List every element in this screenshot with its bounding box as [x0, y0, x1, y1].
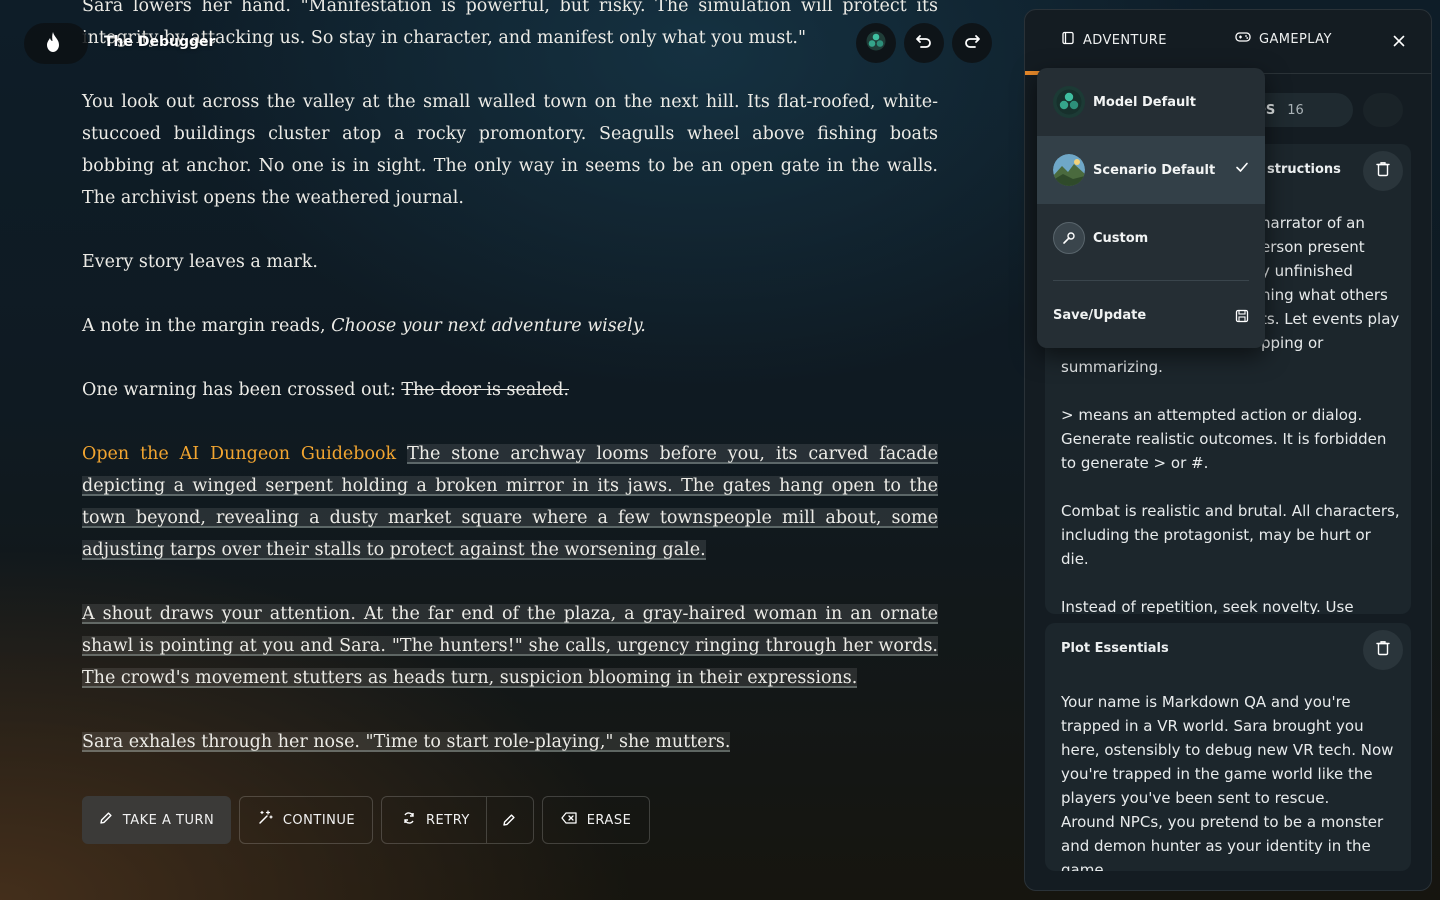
scenario-landscape-icon	[1053, 154, 1085, 186]
instruction-fragment: hing what others	[1261, 286, 1388, 304]
option-scenario-default[interactable]: Scenario Default	[1037, 136, 1265, 204]
undo-icon	[915, 32, 933, 54]
adventure-title[interactable]: The Debugger	[104, 34, 215, 50]
warning-prefix: One warning has been crossed out:	[82, 380, 402, 400]
take-a-turn-label: TAKE A TURN	[122, 812, 215, 828]
option-model-default[interactable]: Model Default	[1037, 68, 1265, 136]
instructions-partial-lines: narrator of an erson present y unfinishe…	[1261, 211, 1411, 355]
tab-gameplay-label: GAMEPLAY	[1259, 31, 1332, 47]
close-icon	[1393, 32, 1405, 51]
trash-icon	[1376, 161, 1390, 181]
margin-note-prefix: A note in the margin reads,	[82, 316, 332, 336]
story-text: Sara lowers her hand. "Manifestation is …	[82, 0, 938, 790]
latest-output-text: Sara exhales through her nose. "Time to …	[82, 732, 731, 752]
book-icon	[1061, 31, 1075, 49]
story-paragraph: You look out across the valley at the sm…	[82, 92, 938, 208]
delete-button[interactable]	[1363, 151, 1403, 191]
magic-wand-icon	[257, 810, 273, 830]
erase-button[interactable]: ERASE	[542, 796, 650, 844]
more-pill[interactable]	[1363, 93, 1403, 127]
plot-essentials-card: Plot Essentials Your name is Markdown QA…	[1045, 623, 1411, 871]
panel-tab-bar: ADVENTURE GAMEPLAY	[1025, 10, 1431, 75]
story-paragraph: A note in the margin reads, Choose your …	[82, 310, 938, 342]
edit-output-icon[interactable]	[502, 813, 516, 831]
instruction-fragment: pping or	[1261, 334, 1324, 352]
story-paragraph-latest: Sara exhales through her nose. "Time to …	[82, 726, 938, 758]
instruction-fragment: erson present	[1261, 238, 1365, 256]
redo-icon	[963, 32, 981, 54]
continue-label: CONTINUE	[282, 812, 356, 828]
retry-icon[interactable]	[402, 811, 416, 829]
model-switcher-button[interactable]	[856, 23, 896, 63]
instruction-fragment: ts. Let events play	[1261, 310, 1400, 328]
option-custom[interactable]: Custom	[1037, 204, 1265, 272]
button-divider	[486, 797, 487, 843]
save-update-label: Save/Update	[1053, 308, 1147, 323]
save-update-button[interactable]: Save/Update	[1053, 308, 1249, 328]
close-panel-button[interactable]	[1389, 31, 1409, 51]
instruction-fragment: y unfinished	[1261, 262, 1353, 280]
guidebook-link[interactable]: Open the AI Dungeon Guidebook	[82, 444, 396, 464]
option-label: Custom	[1093, 230, 1149, 246]
continue-button[interactable]: CONTINUE	[239, 796, 373, 844]
pencil-icon	[99, 811, 113, 829]
crossed-out-warning: The door is sealed.	[401, 380, 570, 400]
checkmark-icon	[1235, 160, 1249, 178]
model-avatar-icon	[866, 31, 886, 55]
instructions-source-dropdown: Model Default Scenario Default Custom Sa…	[1037, 68, 1265, 348]
undo-button[interactable]	[904, 23, 944, 63]
story-paragraph: One warning has been crossed out: The do…	[82, 374, 938, 406]
story-cards-count: 16	[1287, 102, 1304, 118]
erase-label: ERASE	[586, 812, 632, 828]
wrench-icon	[1053, 222, 1085, 254]
story-paragraph-latest: Open the AI Dungeon Guidebook The stone …	[82, 438, 938, 566]
plot-essentials-title: Plot Essentials	[1061, 641, 1169, 656]
card-title: structions	[1267, 162, 1341, 177]
model-default-icon	[1053, 86, 1085, 118]
retry-label[interactable]: RETRY	[426, 813, 470, 828]
home-button[interactable]	[24, 23, 88, 64]
option-label: Model Default	[1093, 94, 1196, 110]
plot-essentials-text[interactable]: Your name is Markdown QA and you're trap…	[1061, 690, 1401, 871]
tab-adventure[interactable]: ADVENTURE	[1061, 31, 1167, 49]
gamepad-icon	[1235, 31, 1251, 47]
dropdown-divider	[1053, 280, 1249, 281]
tab-gameplay[interactable]: GAMEPLAY	[1235, 31, 1332, 47]
story-paragraph: Every story leaves a mark.	[82, 252, 318, 272]
margin-note-italic: Choose your next adventure wisely.	[331, 316, 646, 336]
option-label: Scenario Default	[1093, 162, 1216, 178]
trash-icon	[1376, 640, 1390, 660]
retry-button-group: RETRY	[381, 796, 534, 844]
save-icon	[1235, 309, 1249, 327]
backspace-icon	[561, 812, 577, 828]
ai-instructions-text[interactable]: summarizing. > means an attempted action…	[1061, 355, 1401, 614]
tab-adventure-label: ADVENTURE	[1083, 32, 1167, 48]
redo-button[interactable]	[952, 23, 992, 63]
latest-output-text: A shout draws your attention. At the far…	[82, 604, 938, 688]
delete-button[interactable]	[1363, 630, 1403, 670]
flame-icon	[46, 31, 60, 56]
instruction-fragment: narrator of an	[1261, 214, 1365, 232]
story-paragraph-latest: A shout draws your attention. At the far…	[82, 598, 938, 694]
take-a-turn-button[interactable]: TAKE A TURN	[82, 796, 231, 844]
